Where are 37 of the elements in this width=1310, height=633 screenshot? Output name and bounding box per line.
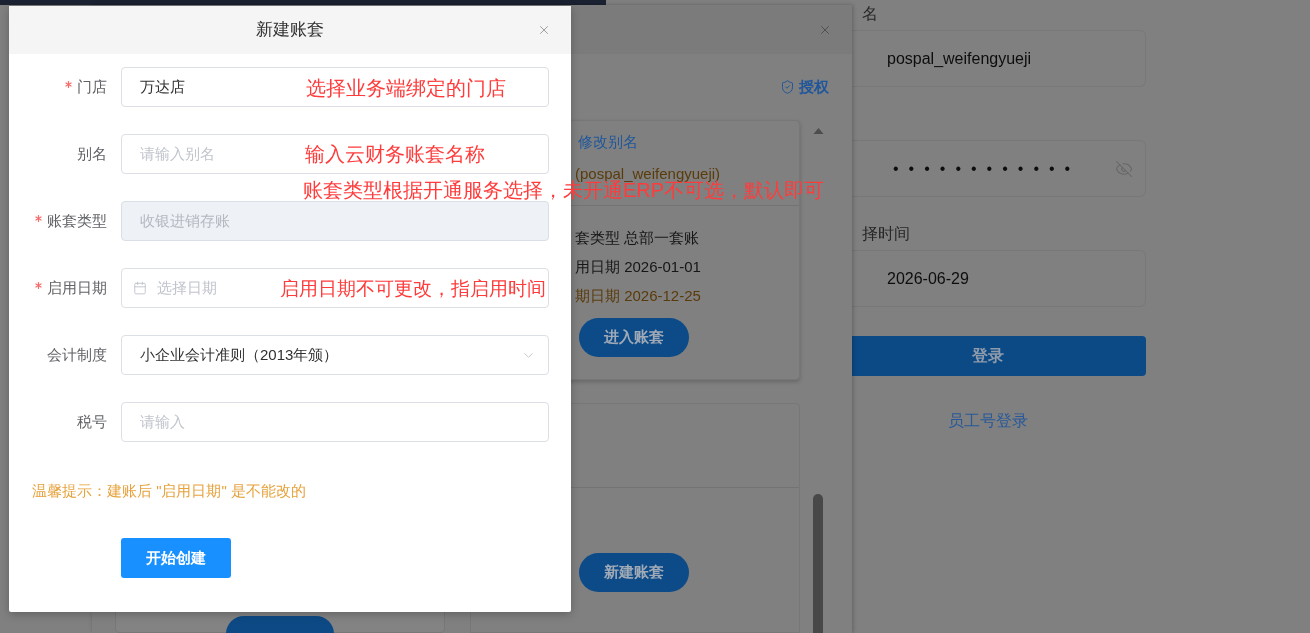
- close-icon[interactable]: [818, 23, 832, 37]
- password-field[interactable]: ••••••••••••: [852, 140, 1146, 197]
- tip-text: 温馨提示：建账后 "启用日期" 是不能改的: [32, 482, 306, 499]
- scroll-up-arrow-icon[interactable]: [812, 128, 824, 134]
- field-label: 名: [862, 4, 878, 24]
- select-field[interactable]: 小企业会计准则（2013年颁）: [121, 335, 549, 375]
- dialog-title: 新建账套: [256, 19, 324, 42]
- close-icon[interactable]: [537, 23, 551, 37]
- calendar-icon: [133, 281, 147, 295]
- detail-text: 用日期 2026-01-01: [575, 258, 701, 276]
- annotation-text: 输入云财务账套名称: [305, 144, 485, 164]
- login-button[interactable]: 登录: [852, 336, 1146, 376]
- authorize-link[interactable]: 授权: [799, 75, 829, 99]
- detail-text: 套类型 总部一套账: [575, 229, 700, 247]
- new-set-button[interactable]: 新建账套: [579, 553, 689, 592]
- create-button[interactable]: 开始创建: [121, 538, 231, 578]
- field-label: 启用日期: [47, 277, 107, 298]
- username-field[interactable]: pospal_weifengyueji: [852, 30, 1146, 87]
- pill-button[interactable]: [226, 616, 334, 633]
- field-label: 会计制度: [47, 344, 107, 365]
- field-label: 税号: [77, 411, 107, 432]
- field-label: 别名: [77, 143, 107, 164]
- enter-button[interactable]: 进入账套: [579, 318, 689, 357]
- input-field[interactable]: 请输入: [121, 402, 549, 442]
- account-name: (pospal_weifengyueji): [575, 164, 721, 182]
- field-label: 门店: [77, 76, 107, 97]
- annotation-text: 启用日期不可更改，指启用时间: [280, 279, 546, 298]
- date-field[interactable]: 2026-06-29: [852, 250, 1146, 307]
- field-label: 账套类型: [47, 210, 107, 231]
- shield-icon: [780, 79, 795, 95]
- detail-text: 期日期 2026-12-25: [575, 287, 701, 305]
- eye-off-icon[interactable]: [1115, 159, 1133, 178]
- scrollbar-thumb[interactable]: [813, 494, 823, 633]
- annotation-text: 选择业务端绑定的门店: [306, 78, 506, 98]
- rename-link[interactable]: 修改别名: [578, 133, 638, 151]
- staff-login-link[interactable]: 员工号登录: [948, 411, 1028, 431]
- field-label: 择时间: [862, 224, 910, 244]
